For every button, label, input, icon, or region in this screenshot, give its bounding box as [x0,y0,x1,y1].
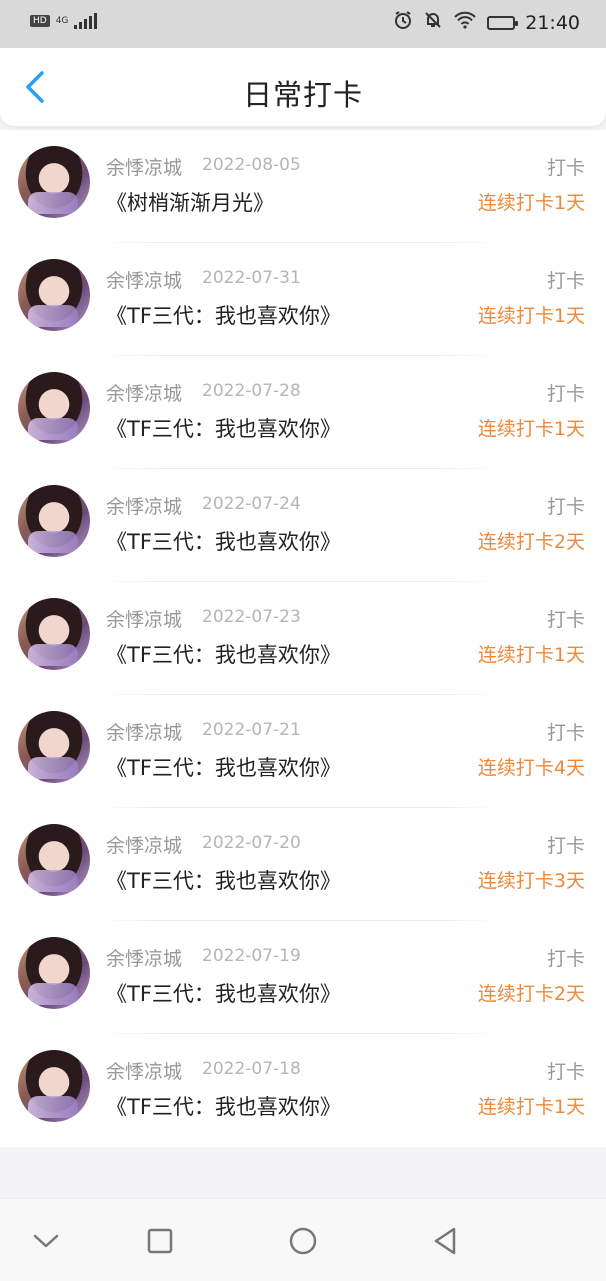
checkin-date: 2022-07-31 [202,268,301,288]
wifi-icon [453,11,477,34]
list-item[interactable]: 余悸凉城 2022-07-31 《TF三代：我也喜欢你》 打卡 连续打卡1天 [0,243,606,356]
checkin-content: 《TF三代：我也喜欢你》 [106,417,341,441]
nav-home-button[interactable] [283,1221,323,1261]
streak-count: 连续打卡1天 [477,418,585,440]
avatar[interactable] [18,1050,90,1122]
battery-icon [487,15,519,30]
mute-bell-icon [423,10,443,35]
checkin-type: 打卡 [546,722,585,744]
avatar[interactable] [18,146,90,218]
streak-count: 连续打卡1天 [477,305,585,327]
checkin-type: 打卡 [546,270,585,292]
username: 余悸凉城 [106,948,183,970]
nav-recents-button[interactable] [140,1221,180,1261]
username: 余悸凉城 [106,835,183,857]
system-nav-bar [0,1198,606,1281]
clock-time: 21:40 [525,11,580,34]
header: 日常打卡 [0,48,606,126]
streak-count: 连续打卡2天 [477,531,585,553]
username: 余悸凉城 [106,1061,183,1083]
hd-badge: HD [30,15,50,27]
checkin-content: 《树梢渐渐月光》 [106,191,274,215]
nav-back-button[interactable] [425,1221,465,1261]
username: 余悸凉城 [106,722,183,744]
avatar[interactable] [18,485,90,557]
list-item[interactable]: 余悸凉城 2022-07-18 《TF三代：我也喜欢你》 打卡 连续打卡1天 [0,1034,606,1147]
signal-icon [74,13,98,29]
streak-count: 连续打卡4天 [477,757,585,779]
alarm-icon [393,10,413,35]
circle-home-icon [289,1227,317,1255]
checkin-type: 打卡 [546,157,585,179]
page-title: 日常打卡 [242,78,363,112]
streak-count: 连续打卡2天 [477,983,585,1005]
avatar[interactable] [18,824,90,896]
username: 余悸凉城 [106,609,183,631]
checkin-content: 《TF三代：我也喜欢你》 [106,1095,341,1119]
checkin-content: 《TF三代：我也喜欢你》 [106,756,341,780]
checkin-type: 打卡 [546,1061,585,1083]
checkin-content: 《TF三代：我也喜欢你》 [106,304,341,328]
checkin-type: 打卡 [546,948,585,970]
checkin-type: 打卡 [546,496,585,518]
username: 余悸凉城 [106,496,183,518]
network-type: 4G [55,16,69,26]
chevron-down-icon [33,1234,59,1248]
list-item[interactable]: 余悸凉城 2022-07-21 《TF三代：我也喜欢你》 打卡 连续打卡4天 [0,695,606,808]
nav-collapse-button[interactable] [26,1221,66,1261]
list-item[interactable]: 余悸凉城 2022-07-20 《TF三代：我也喜欢你》 打卡 连续打卡3天 [0,808,606,921]
username: 余悸凉城 [106,270,183,292]
username: 余悸凉城 [106,157,183,179]
triangle-back-icon [434,1227,456,1255]
avatar[interactable] [18,598,90,670]
avatar[interactable] [18,372,90,444]
checkin-content: 《TF三代：我也喜欢你》 [106,643,341,667]
checkin-date: 2022-08-05 [202,155,301,175]
checkin-content: 《TF三代：我也喜欢你》 [106,530,341,554]
avatar[interactable] [18,937,90,1009]
checkin-date: 2022-07-24 [202,494,301,514]
status-bar: HD 4G 21:40 [0,0,606,48]
streak-count: 连续打卡1天 [477,1096,585,1118]
streak-count: 连续打卡1天 [477,192,585,214]
checkin-type: 打卡 [546,835,585,857]
username: 余悸凉城 [106,383,183,405]
streak-count: 连续打卡3天 [477,870,585,892]
square-recents-icon [147,1228,173,1254]
checkin-date: 2022-07-21 [202,720,301,740]
checkin-date: 2022-07-18 [202,1059,301,1079]
streak-count: 连续打卡1天 [477,644,585,666]
list-item[interactable]: 余悸凉城 2022-08-05 《树梢渐渐月光》 打卡 连续打卡1天 [0,130,606,243]
checkin-content: 《TF三代：我也喜欢你》 [106,869,341,893]
list-item[interactable]: 余悸凉城 2022-07-23 《TF三代：我也喜欢你》 打卡 连续打卡1天 [0,582,606,695]
status-right: 21:40 [393,10,580,35]
status-left: HD 4G [30,13,98,29]
checkin-list: 余悸凉城 2022-08-05 《树梢渐渐月光》 打卡 连续打卡1天 余悸凉城 … [0,130,606,1147]
checkin-content: 《TF三代：我也喜欢你》 [106,982,341,1006]
checkin-date: 2022-07-23 [202,607,301,627]
avatar[interactable] [18,711,90,783]
checkin-type: 打卡 [546,383,585,405]
list-item[interactable]: 余悸凉城 2022-07-28 《TF三代：我也喜欢你》 打卡 连续打卡1天 [0,356,606,469]
checkin-date: 2022-07-20 [202,833,301,853]
avatar[interactable] [18,259,90,331]
checkin-date: 2022-07-19 [202,946,301,966]
list-item[interactable]: 余悸凉城 2022-07-19 《TF三代：我也喜欢你》 打卡 连续打卡2天 [0,921,606,1034]
checkin-date: 2022-07-28 [202,381,301,401]
checkin-type: 打卡 [546,609,585,631]
list-item[interactable]: 余悸凉城 2022-07-24 《TF三代：我也喜欢你》 打卡 连续打卡2天 [0,469,606,582]
